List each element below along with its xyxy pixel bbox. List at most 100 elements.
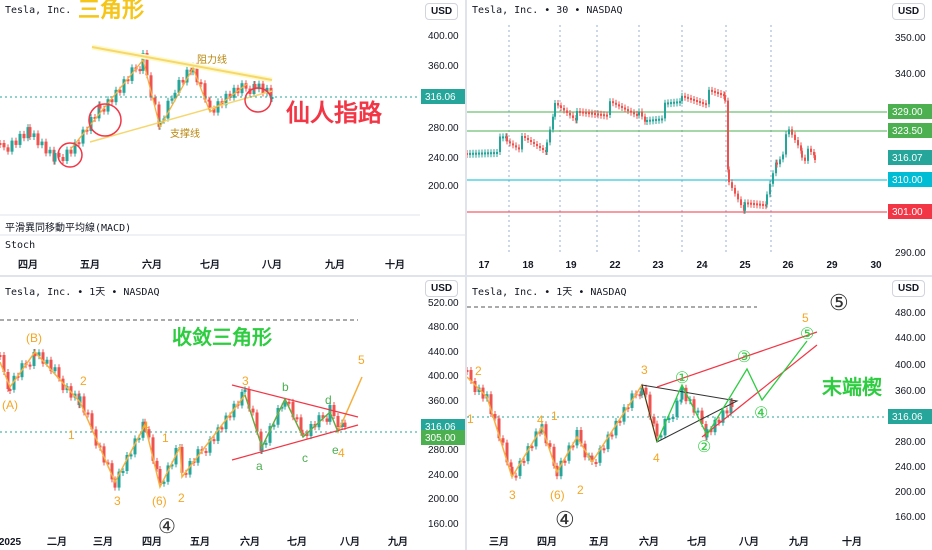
- candle: [325, 418, 329, 422]
- x-tick-label: 九月: [387, 535, 408, 548]
- y-tick-label: 360.00: [428, 396, 459, 407]
- symbol-header: Tesla, Inc. • 1天 • NASDAQ: [5, 287, 160, 298]
- wave-label: 5: [358, 353, 365, 367]
- candle: [652, 416, 656, 424]
- wave-labels: (B)(A)21341(6) 23 bacde 45: [2, 331, 365, 508]
- x-tick-label: 六月: [240, 535, 260, 548]
- candle: [506, 136, 508, 142]
- y-tick-label: 480.00: [428, 322, 459, 333]
- candle: [655, 119, 657, 122]
- candle: [600, 113, 602, 116]
- price-tag: 316.06: [892, 412, 923, 423]
- x-tick-label: 三月: [93, 536, 113, 548]
- currency-button[interactable]: USD: [892, 280, 926, 297]
- candle: [2, 143, 6, 148]
- x-tick-label: 三月: [489, 536, 509, 548]
- chart-panel-ending-wedge[interactable]: 末端楔 2 1 3 4 1 (6) 2 3 4 5 ① ② ③ ④ ⑤ ⑤ ④ 480.00 440.00 40…: [467, 277, 932, 550]
- candle: [699, 101, 701, 104]
- stoch-label: Stoch: [5, 240, 36, 251]
- x-tick-label: 八月: [339, 536, 360, 548]
- x-axis: 三月 四月 五月 六月 七月 八月 九月 十月: [489, 535, 862, 548]
- candle: [597, 113, 599, 116]
- candle: [603, 114, 605, 117]
- candle: [475, 152, 477, 155]
- chart-panel-converging-triangle[interactable]: 收敛三角形 (B) (A) 2 1 3 4 1 (6) 2 3 b a c d e 4 5 ④ 520.00 48…: [0, 277, 465, 550]
- candle: [336, 416, 340, 427]
- y-axis: 400.00360.00320.00280.00240.00200.00316.…: [421, 31, 465, 192]
- price-tag: 323.50: [892, 126, 923, 137]
- price-tag: 316.06: [425, 92, 456, 103]
- candle: [696, 100, 698, 103]
- x-tick-label: 30: [870, 260, 882, 271]
- candle: [552, 116, 554, 130]
- candle: [18, 133, 22, 145]
- wave-label: (6): [152, 494, 167, 508]
- candle: [472, 152, 474, 155]
- candle: [676, 101, 678, 104]
- x-tick-label: 六月: [639, 535, 659, 548]
- y-tick-label: 360.00: [428, 61, 459, 72]
- candle: [675, 400, 679, 417]
- candle: [725, 410, 729, 414]
- wave-label: 1: [162, 431, 169, 445]
- wave-label: 2: [80, 374, 87, 388]
- candle: [664, 102, 666, 119]
- candle: [801, 150, 803, 158]
- currency-button[interactable]: USD: [425, 3, 459, 20]
- resistance-label: 阻力线: [197, 53, 227, 66]
- candle: [759, 203, 761, 206]
- resistance-line-core: [91, 46, 273, 81]
- candle: [563, 107, 565, 111]
- candle: [212, 439, 216, 442]
- converging-triangle-svg: 收敛三角形 (B)(A)21341(6) 23 bacde 45 ④ 520.0048…: [0, 298, 465, 548]
- candle: [602, 448, 606, 451]
- wave-label: 3: [509, 488, 516, 502]
- candle: [814, 155, 816, 160]
- y-tick-label: 200.00: [428, 494, 459, 505]
- x-tick-label: 19: [565, 260, 577, 271]
- chart-panel-triangle[interactable]: 阻力线 支撑线 三角形 仙人指路 400.00360.00320.00280.0…: [0, 0, 465, 275]
- currency-button[interactable]: USD: [892, 3, 926, 20]
- candle: [769, 183, 771, 195]
- candle: [65, 149, 69, 161]
- big-circled-top: ⑤: [829, 290, 849, 315]
- candle: [518, 147, 520, 150]
- candle: [638, 111, 640, 116]
- horizontal-levels: [467, 111, 887, 213]
- currency-button[interactable]: USD: [425, 280, 459, 297]
- wave-label: b: [282, 380, 289, 394]
- candle: [687, 96, 689, 99]
- price-tag: 329.00: [892, 107, 923, 118]
- candle: [557, 103, 559, 106]
- chart-title: 三角形: [78, 0, 144, 22]
- candle: [594, 113, 596, 115]
- candle: [766, 194, 768, 205]
- candle: [680, 387, 684, 400]
- candle: [655, 423, 659, 437]
- candle: [649, 119, 651, 122]
- candle: [295, 417, 299, 420]
- wave-label: (A): [2, 398, 18, 412]
- candle: [747, 202, 749, 205]
- y-tick-label: 440.00: [428, 347, 459, 358]
- candle: [36, 133, 40, 146]
- candle: [220, 427, 224, 430]
- candle: [512, 143, 514, 146]
- chart-title: 末端楔: [822, 375, 882, 399]
- candle: [509, 141, 511, 144]
- x-tick-label: 24: [696, 260, 708, 271]
- candle: [530, 140, 532, 142]
- wave-label: 4: [142, 419, 149, 433]
- chart-panel-intraday[interactable]: 350.00340.00330.00320.00310.00300.00290.…: [467, 0, 932, 275]
- y-axis: 480.00440.00400.00360.00320.00280.00240.…: [888, 308, 932, 523]
- candle: [612, 101, 614, 104]
- projection-line: [656, 340, 808, 443]
- candle: [576, 111, 578, 121]
- candle: [181, 79, 185, 83]
- x-tick-label: 七月: [200, 258, 220, 271]
- candle: [28, 127, 32, 137]
- wave-label: 1: [467, 412, 474, 426]
- candle: [618, 104, 620, 107]
- x-tick-label: 26: [782, 260, 794, 271]
- highlight-circle-2: [57, 142, 83, 168]
